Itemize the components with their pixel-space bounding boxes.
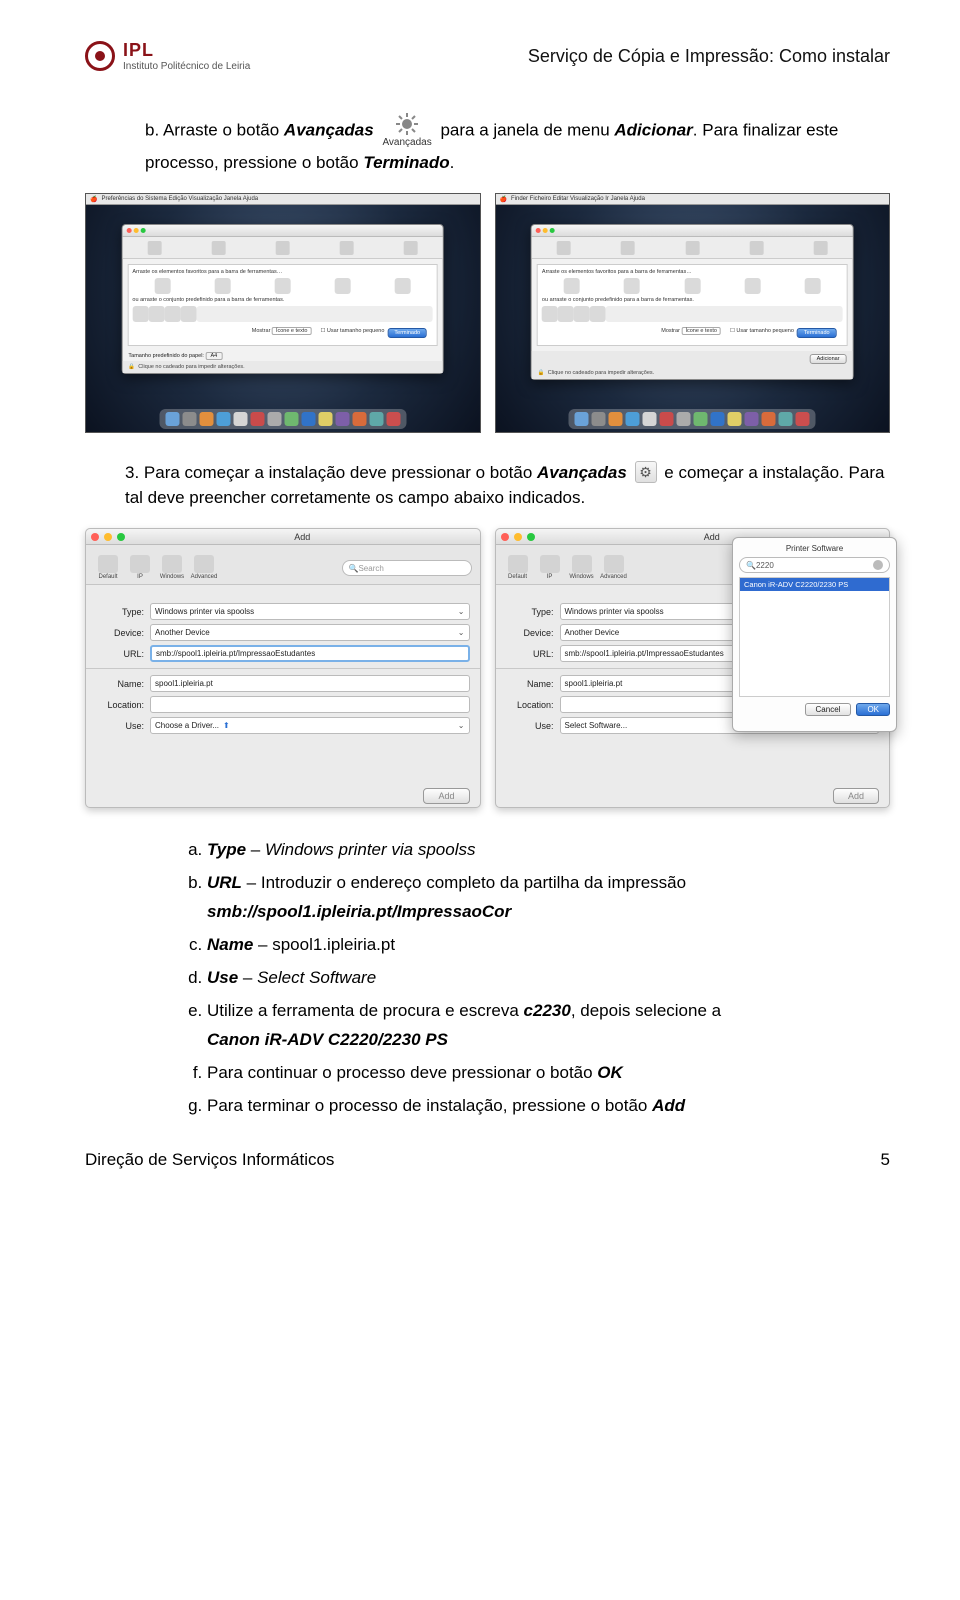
page-number: 5 [881,1150,890,1170]
list-item[interactable]: Canon iR-ADV C2220/2230 PS [740,578,889,591]
desktop-screenshot-row: 🍎Preferências do Sistema Edição Visualiz… [85,193,890,433]
customize-toolbar-window: Arraste os elementos favoritos para a ba… [531,224,854,380]
add-button[interactable]: Add [423,788,469,804]
add-printer-dialog-left: Add Default IP Windows Advanced 🔍 Search… [85,528,481,808]
desktop-screenshot-right: 🍎Finder Ficheiro Editar Visualização Ir … [495,193,891,433]
substep-f: Para continuar o processo deve pressiona… [207,1059,890,1088]
driver-list[interactable]: Canon iR-ADV C2220/2230 PS [739,577,890,697]
tab-advanced[interactable]: Advanced [600,555,628,580]
substep-g: Para terminar o processo de instalação, … [207,1092,890,1121]
popover-search-input[interactable]: 🔍 2220 [739,557,890,573]
page-footer: Direção de Serviços Informáticos 5 [85,1150,890,1170]
substep-b: URL – Introduzir o endereço completo da … [207,869,890,927]
tab-default[interactable]: Default [94,555,122,580]
substep-e: Utilize a ferramenta de procura e escrev… [207,997,890,1055]
logo-main: IPL [123,40,250,61]
device-select[interactable]: Another Device⌄ [150,624,470,641]
tab-windows[interactable]: Windows [158,555,186,580]
gear-icon [635,461,657,483]
ok-button[interactable]: OK [856,703,890,716]
url-field[interactable]: smb://spool1.ipleiria.pt/ImpressaoEstuda… [150,645,470,662]
logo-sub: Instituto Politécnico de Leiria [123,61,250,72]
location-field[interactable] [150,696,470,713]
type-select[interactable]: Windows printer via spoolss⌄ [150,603,470,620]
customize-toolbar-window: Arraste os elementos favoritos para a ba… [121,224,444,374]
cancel-button[interactable]: Cancel [805,703,852,716]
clear-icon[interactable] [873,560,883,570]
substep-d: Use – Select Software [207,964,890,993]
step-3-text: 3. Para começar a instalação deve pressi… [125,461,890,510]
tab-ip[interactable]: IP [126,555,154,580]
page-header: IPL Instituto Politécnico de Leiria Serv… [85,40,890,72]
add-button[interactable]: Add [833,788,879,804]
menubar: 🍎Preferências do Sistema Edição Visualiz… [86,194,480,205]
menubar: 🍎Finder Ficheiro Editar Visualização Ir … [496,194,890,205]
dock [159,409,406,429]
terminado-button[interactable]: Terminado [797,328,837,338]
add-dialog-row: Add Default IP Windows Advanced 🔍 Search… [85,528,890,808]
substep-c: Name – spool1.ipleiria.pt [207,931,890,960]
substep-a: Type – Windows printer via spoolss [207,836,890,865]
lock-row: 🔒 Clique no cadeado para impedir alteraç… [532,367,853,379]
footer-left: Direção de Serviços Informáticos [85,1150,334,1170]
tab-default[interactable]: Default [504,555,532,580]
popover-title: Printer Software [739,544,890,553]
substeps: Type – Windows printer via spoolss URL –… [185,836,890,1120]
add-printer-dialog-right: Add Default IP Windows Advanced Type:Win… [495,528,891,808]
name-field[interactable]: spool1.ipleiria.pt [150,675,470,692]
adicionar-button[interactable]: Adicionar [810,354,847,364]
logo: IPL Instituto Politécnico de Leiria [85,40,250,72]
gear-icon: Avançadas [382,112,431,151]
use-select[interactable]: Choose a Driver...⬆⌄ [150,717,470,734]
search-input[interactable]: 🔍 Search [342,560,472,576]
page-title: Serviço de Cópia e Impressão: Como insta… [528,46,890,67]
lock-row: 🔒 Clique no cadeado para impedir alteraç… [122,361,443,373]
dock [569,409,816,429]
step-b-text: b. Arraste o botão Avançadas Avançadas p… [145,112,890,175]
printer-software-popover: Printer Software 🔍 2220 Canon iR-ADV C22… [732,537,897,732]
tab-windows[interactable]: Windows [568,555,596,580]
terminado-button[interactable]: Terminado [387,328,427,338]
logo-icon [85,41,115,71]
tab-ip[interactable]: IP [536,555,564,580]
tab-advanced[interactable]: Advanced [190,555,218,580]
desktop-screenshot-left: 🍎Preferências do Sistema Edição Visualiz… [85,193,481,433]
